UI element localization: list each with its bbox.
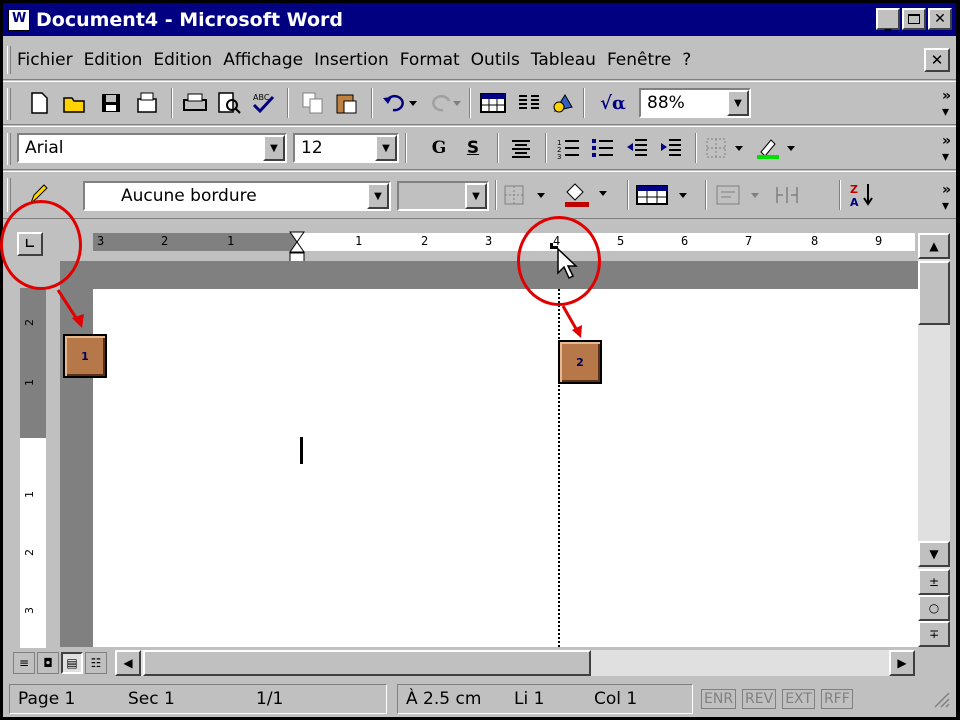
- callout-badge-2: 2: [558, 340, 602, 384]
- callout-arrows: [56, 289, 582, 338]
- callout-badge-1: 1: [63, 334, 107, 378]
- mouse-pointer-icon: [557, 248, 578, 280]
